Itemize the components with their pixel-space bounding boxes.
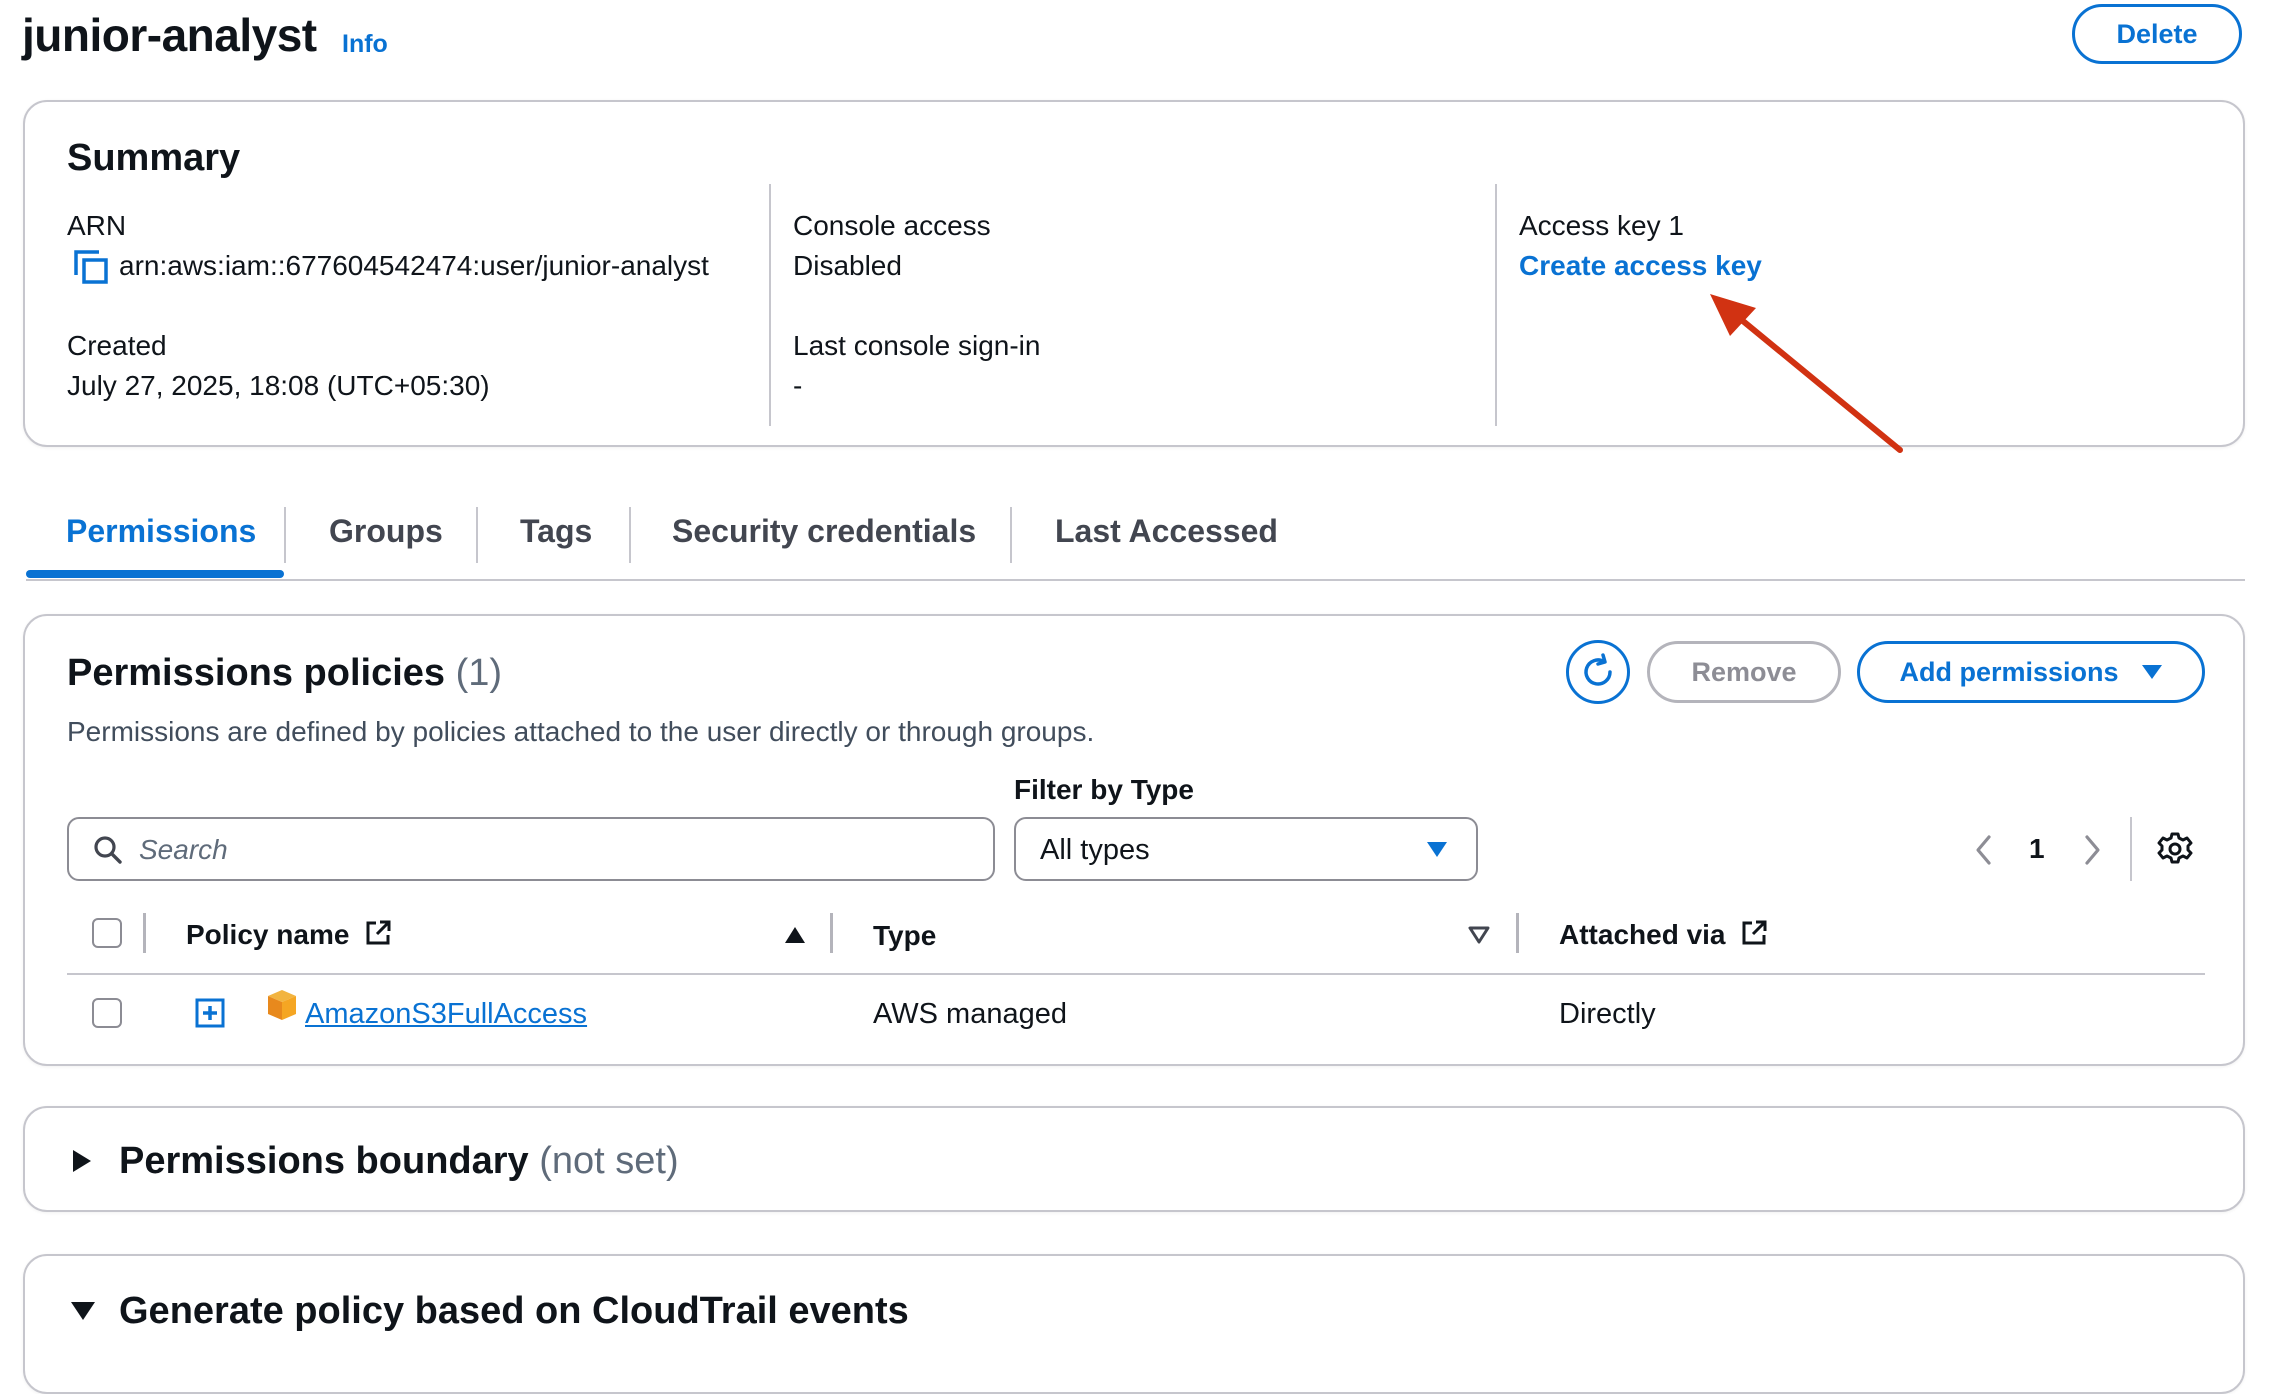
summary-panel: Summary ARN arn:aws:iam::677604542474:us… [23, 100, 2245, 447]
policy-name-header-label: Policy name [186, 919, 350, 950]
arn-value: arn:aws:iam::677604542474:user/junior-an… [119, 250, 709, 281]
info-link[interactable]: Info [342, 30, 388, 59]
select-all-checkbox[interactable] [92, 918, 122, 948]
column-header-type[interactable]: Type [873, 920, 936, 952]
created-label: Created [67, 330, 167, 361]
policy-type: AWS managed [873, 998, 1067, 1030]
search-input[interactable]: Search [67, 817, 995, 881]
column-header-policy-name[interactable]: Policy name [186, 918, 393, 951]
permissions-policies-title: Permissions policies [67, 652, 446, 694]
tab-bar: Permissions Groups Tags Security credent… [26, 495, 2245, 581]
console-access-label: Console access [793, 210, 991, 241]
permissions-policies-heading: Permissions policies (1) [67, 652, 502, 695]
tab-separator [284, 507, 286, 563]
access-key-label: Access key 1 [1519, 210, 1684, 241]
tab-last-accessed[interactable]: Last Accessed [1055, 513, 1278, 550]
settings-gear-icon[interactable] [2157, 831, 2193, 867]
refresh-button[interactable] [1566, 640, 1630, 704]
tab-security-credentials[interactable]: Security credentials [672, 513, 976, 550]
row-checkbox[interactable] [92, 998, 122, 1028]
refresh-icon [1584, 653, 1612, 686]
policy-attached-via: Directly [1559, 998, 1656, 1030]
arn-label: ARN [67, 210, 127, 241]
permissions-description: Permissions are defined by policies atta… [67, 716, 1095, 747]
created-value: July 27, 2025, 18:08 (UTC+05:30) [67, 370, 490, 401]
column-separator [1516, 913, 1519, 953]
remove-button[interactable]: Remove [1647, 641, 1841, 703]
table-row[interactable]: AmazonS3FullAccess AWS managed Directly [25, 976, 2243, 1056]
search-icon [94, 836, 122, 864]
attached-via-header-label: Attached via [1559, 919, 1726, 950]
permissions-boundary-heading: Permissions boundary (not set) [119, 1140, 679, 1183]
next-page-icon[interactable] [2081, 834, 2103, 866]
tab-tags[interactable]: Tags [520, 513, 592, 550]
annotation-arrow [1710, 294, 1903, 453]
cloudtrail-policy-panel[interactable]: Generate policy based on CloudTrail even… [23, 1254, 2245, 1394]
expand-row-icon[interactable] [195, 998, 225, 1028]
tab-separator [629, 507, 631, 563]
permissions-boundary-panel[interactable]: Permissions boundary (not set) [23, 1106, 2245, 1212]
permissions-policies-panel: Permissions policies (1) Permissions are… [23, 614, 2245, 1066]
column-separator [830, 913, 833, 953]
prev-page-icon[interactable] [1973, 834, 1995, 866]
summary-title: Summary [67, 137, 241, 179]
create-access-key-link[interactable]: Create access key [1519, 250, 1762, 282]
pagination-divider [2130, 817, 2132, 881]
copy-icon[interactable] [73, 249, 109, 285]
sort-descending-icon[interactable] [1467, 925, 1491, 945]
console-access-value: Disabled [793, 250, 902, 281]
tab-active-indicator [26, 570, 284, 578]
last-signin-value: - [793, 370, 803, 401]
caret-right-icon [73, 1150, 91, 1172]
filter-by-type-label: Filter by Type [1014, 774, 1194, 805]
permissions-boundary-title: Permissions boundary [119, 1140, 529, 1182]
caret-down-icon [2141, 665, 2162, 679]
permissions-policies-count: (1) [455, 652, 503, 694]
external-link-icon [1742, 920, 1767, 945]
tab-separator [476, 507, 478, 563]
delete-button[interactable]: Delete [2072, 4, 2242, 64]
cloudtrail-policy-title: Generate policy based on CloudTrail even… [119, 1290, 909, 1332]
column-header-attached-via[interactable]: Attached via [1559, 918, 1769, 951]
caret-down-icon [71, 1302, 95, 1320]
summary-divider [769, 184, 771, 426]
permissions-boundary-status: (not set) [539, 1140, 679, 1182]
tab-bar-border [26, 579, 2245, 581]
policy-name-link[interactable]: AmazonS3FullAccess [305, 998, 587, 1031]
external-link-icon [366, 920, 391, 945]
add-permissions-label: Add permissions [1899, 656, 2119, 687]
tab-permissions[interactable]: Permissions [66, 513, 256, 550]
caret-down-icon [1427, 842, 1447, 857]
column-separator [143, 913, 146, 953]
aws-managed-policy-icon [268, 990, 296, 1020]
add-permissions-button[interactable]: Add permissions [1857, 641, 2205, 703]
table-header-border [67, 973, 2205, 975]
current-page[interactable]: 1 [2029, 833, 2045, 865]
tab-separator [1010, 507, 1012, 563]
search-placeholder: Search [139, 834, 228, 865]
tab-groups[interactable]: Groups [329, 513, 443, 550]
page-title: junior-analyst [22, 9, 317, 61]
summary-divider [1495, 184, 1497, 426]
filter-type-select[interactable]: All types [1014, 817, 1478, 881]
filter-type-value: All types [1040, 834, 1150, 866]
sort-ascending-icon[interactable] [783, 925, 807, 945]
last-signin-label: Last console sign-in [793, 330, 1041, 361]
